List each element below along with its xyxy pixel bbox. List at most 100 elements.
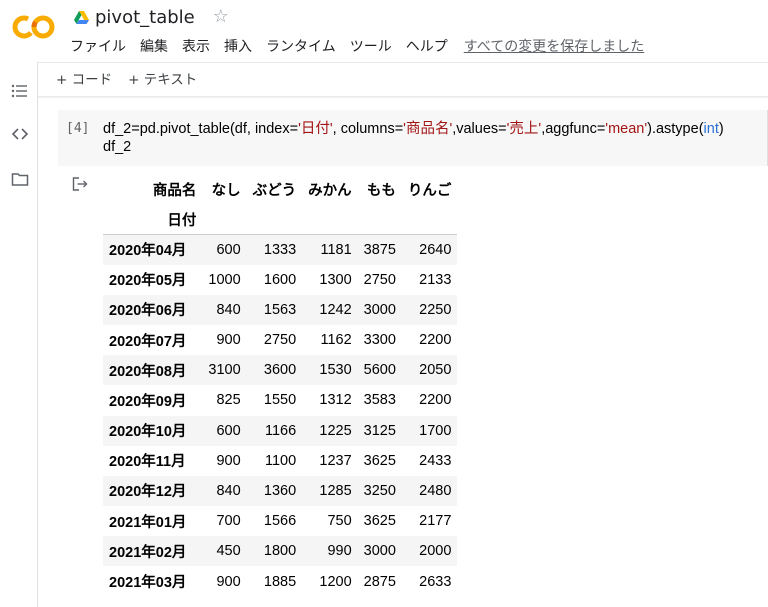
star-icon[interactable]: ☆ [213, 8, 229, 26]
cell-toolbar: + コード + テキスト [56, 68, 213, 88]
cell-value: 1312 [319, 392, 352, 409]
folder-icon[interactable] [11, 170, 29, 188]
cell-value: 1200 [319, 573, 352, 590]
column-header: りんご [407, 182, 452, 199]
cell-value: 3600 [263, 362, 297, 379]
cell-value: 900 [216, 573, 241, 590]
cell-value: 1563 [263, 301, 297, 318]
cell-value: 3250 [363, 482, 396, 499]
cell-value: 2750 [363, 271, 396, 288]
cell-value: 3000 [363, 543, 396, 560]
row-label: 2020年05月 [109, 273, 187, 290]
google-drive-icon [74, 10, 89, 24]
table-body: 2020年04月 600 1333 1181 3875 2640 2020年05月 1000… [103, 234, 458, 596]
cell-value: 600 [216, 241, 241, 258]
table-row: 2020年04月 600 1333 1181 3875 2640 [103, 234, 458, 265]
code-snippets-icon[interactable] [11, 125, 29, 143]
menu-insert[interactable]: 挿入 [224, 36, 252, 56]
row-label: 2020年06月 [109, 303, 187, 320]
code-string: '商品名' [403, 121, 453, 137]
menu-tools[interactable]: ツール [350, 36, 392, 56]
code-keyword: int [703, 121, 719, 137]
code-editor[interactable]: df_2=pd.pivot_table(df, index='日付', colu… [103, 120, 724, 156]
cell-value: 2640 [419, 241, 452, 258]
cell-value: 1600 [263, 271, 297, 288]
cell-value: 3300 [363, 332, 396, 349]
columns-name: 商品名 [152, 182, 197, 199]
row-label: 2021年01月 [109, 514, 187, 531]
save-status[interactable]: すべての変更を保存しました [464, 36, 644, 56]
notebook-title[interactable]: pivot_table [95, 7, 195, 28]
table-row: 2020年08月 3100 3600 1530 5600 2050 [103, 355, 458, 386]
cell-value: 1242 [319, 301, 352, 318]
title-row: pivot_table ☆ [74, 5, 229, 29]
row-label: 2020年11月 [109, 454, 186, 471]
cell-value: 1100 [264, 452, 297, 469]
menu-file[interactable]: ファイル [70, 36, 126, 56]
cell-value: 1333 [263, 241, 297, 258]
cell-value: 3625 [363, 513, 396, 530]
menu-view[interactable]: 表示 [182, 36, 210, 56]
add-text-button[interactable]: + テキスト [128, 68, 197, 88]
cell-value: 1550 [263, 392, 297, 409]
table-row: 2020年09月 825 1550 1312 3583 2200 [103, 385, 457, 415]
execution-count: [4] [66, 121, 90, 136]
cell-value: 1181 [320, 241, 352, 258]
column-header: なし [211, 182, 241, 199]
cell-value: 2633 [419, 573, 452, 590]
row-label: 2021年03月 [109, 575, 187, 592]
toolbar-divider [38, 62, 768, 63]
cell-value: 1000 [208, 271, 241, 288]
cell-value: 2250 [419, 301, 452, 318]
cell-value: 825 [216, 392, 241, 409]
cell-value: 1166 [264, 422, 297, 439]
colab-logo[interactable] [12, 14, 56, 40]
cell-value: 700 [216, 513, 241, 530]
cell-value: 2433 [419, 452, 452, 469]
cell-value: 2133 [419, 271, 452, 288]
cell-value: 750 [327, 513, 352, 530]
cell-value: 1162 [320, 332, 352, 349]
code-token: , columns= [332, 121, 404, 137]
code-line-2: df_2 [103, 139, 132, 155]
code-string: '日付' [298, 121, 333, 137]
code-string: '売上' [506, 121, 542, 137]
table-of-contents-icon[interactable] [11, 82, 29, 100]
cell-value: 450 [216, 543, 241, 560]
cell-value: 3583 [363, 392, 396, 409]
cell-value: 3125 [363, 422, 396, 439]
row-label: 2020年12月 [109, 484, 187, 501]
cell-value: 1566 [263, 513, 297, 530]
cell-value: 5600 [363, 362, 396, 379]
column-header-row: 商品名 なし ぶどう みかん もも りんご [103, 174, 457, 204]
cell-value: 1700 [419, 422, 452, 439]
table-row: 2021年03月 900 1885 1200 2875 2633 [103, 566, 457, 596]
add-code-button[interactable]: + コード [56, 68, 112, 88]
menu-runtime[interactable]: ランタイム [266, 36, 336, 56]
menu-help[interactable]: ヘルプ [406, 36, 448, 56]
cell-value: 600 [216, 422, 241, 439]
cell-value: 2000 [419, 543, 452, 560]
cell-value: 1225 [319, 422, 352, 439]
cell-value: 2875 [363, 573, 396, 590]
cell-value: 2200 [419, 392, 452, 409]
cell-value: 900 [216, 332, 241, 349]
cell-value: 2200 [419, 332, 452, 349]
table-row: 2020年12月 840 1360 1285 3250 2480 [103, 475, 458, 507]
code-token: ,values= [452, 121, 507, 137]
cell-value: 1800 [263, 543, 297, 560]
row-label: 2020年10月 [109, 424, 187, 441]
index-name-row: 日付 [103, 204, 458, 235]
cell-value: 990 [327, 543, 352, 560]
row-label: 2020年07月 [109, 333, 187, 350]
output-arrow-icon[interactable] [72, 177, 88, 191]
code-cell[interactable]: [4] df_2=pd.pivot_table(df, index='日付', … [58, 110, 768, 166]
menu-edit[interactable]: 編集 [140, 36, 168, 56]
cell-value: 2750 [263, 332, 297, 349]
cell-value: 1285 [319, 482, 352, 499]
row-label: 2020年09月 [109, 393, 187, 410]
code-token: ,aggfunc= [541, 121, 606, 137]
cell-value: 3875 [363, 241, 396, 258]
cell-value: 1300 [319, 271, 352, 288]
column-header: ぶどう [252, 182, 297, 199]
